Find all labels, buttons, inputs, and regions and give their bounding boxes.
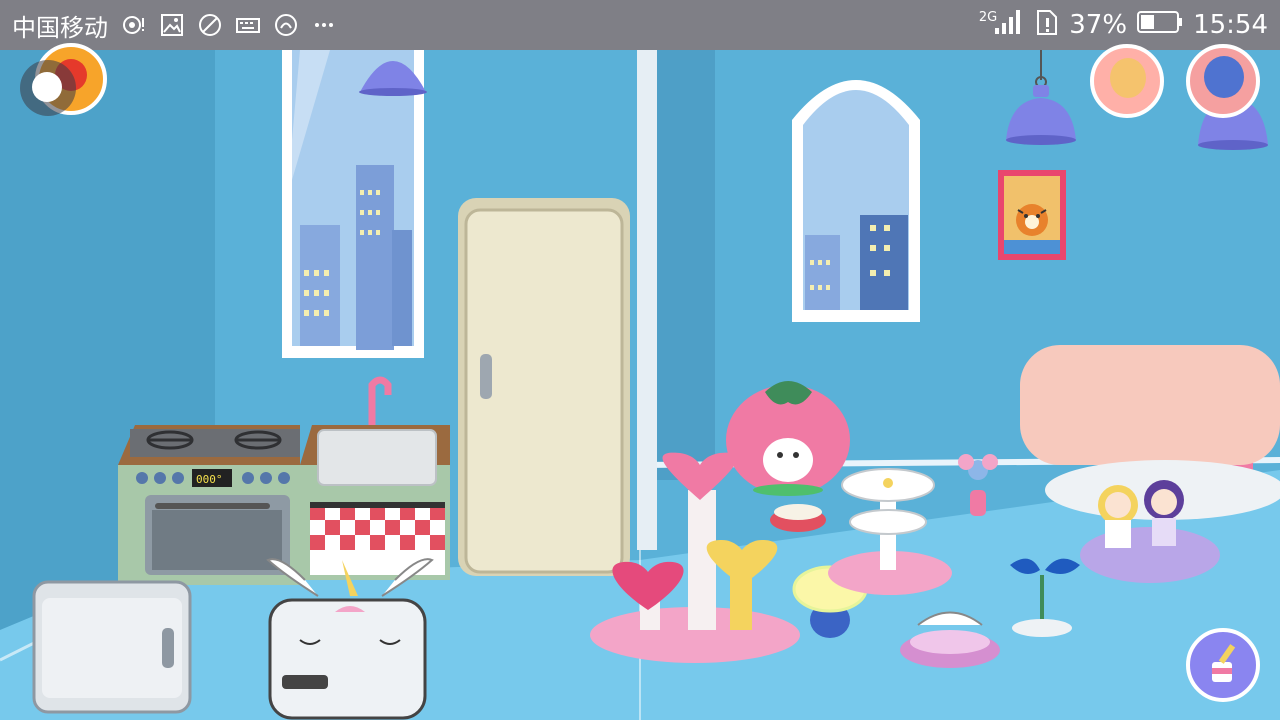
signal-icon xyxy=(993,8,1025,43)
hotspot-icon xyxy=(122,13,146,37)
clock: 15:54 xyxy=(1193,10,1268,40)
app-icon xyxy=(274,13,298,37)
keyboard-icon xyxy=(236,13,260,37)
game-scene: 000° xyxy=(0,43,1280,720)
sim-alert-icon xyxy=(1035,8,1059,43)
tiger-picture xyxy=(998,170,1066,260)
character-avatar-girl[interactable] xyxy=(1186,44,1260,118)
gallery-icon xyxy=(160,13,184,37)
carrier-label: 中国移动 xyxy=(12,13,108,42)
bald-baby-avatar-icon xyxy=(1110,58,1146,98)
floating-assistive-button[interactable] xyxy=(20,60,76,116)
fridge xyxy=(458,198,630,576)
decorate-paint-button[interactable] xyxy=(1186,628,1260,702)
pet-bowl xyxy=(770,504,826,532)
mini-fridge xyxy=(32,580,192,714)
battery-icon xyxy=(1137,9,1183,42)
battery-percent: 37% xyxy=(1069,10,1128,40)
more-icon xyxy=(312,13,336,37)
blocked-icon xyxy=(198,13,222,37)
left-window xyxy=(282,50,424,358)
character-avatar-baby[interactable] xyxy=(1090,44,1164,118)
status-bar: 中国移动 2G 37% 15:54 xyxy=(0,0,1280,50)
room-illustration: 000° xyxy=(0,50,1280,720)
assistive-dot-icon xyxy=(32,72,62,102)
blue-hair-girl-avatar-icon xyxy=(1204,56,1244,98)
arched-window xyxy=(792,80,920,322)
stove-display: 000° xyxy=(196,473,223,486)
paint-bucket-icon xyxy=(1212,644,1236,682)
